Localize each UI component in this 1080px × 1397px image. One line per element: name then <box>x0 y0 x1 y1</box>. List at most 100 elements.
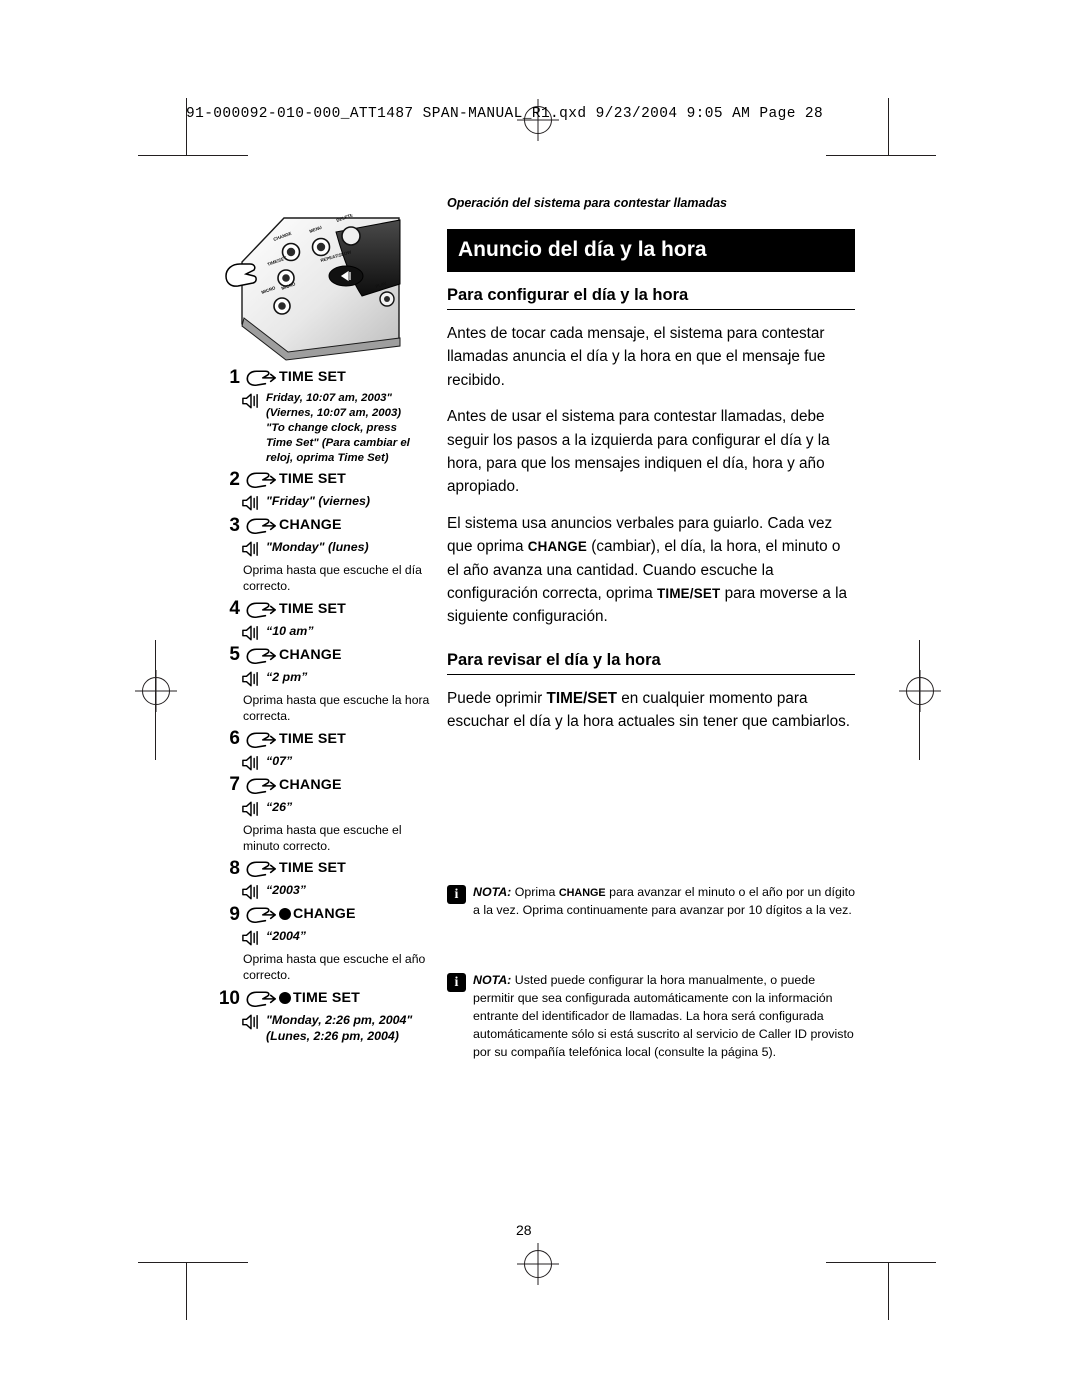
info-icon: i <box>447 973 466 992</box>
voice-prompt-line: “26” <box>266 799 293 814</box>
step-row: 2 TIME SET <box>214 468 436 490</box>
registration-mark-bottom <box>524 1250 552 1278</box>
step-number: 1 <box>229 366 240 388</box>
step-button-label: CHANGE <box>279 517 342 534</box>
speaker-icon <box>241 1013 261 1031</box>
button-dot-icon <box>279 992 291 1005</box>
pointing-hand-icon <box>246 598 276 620</box>
step-button-label: CHANGE <box>279 776 342 793</box>
note-1-label: NOTA: <box>473 885 512 899</box>
crop-mark-top-right-horizontal <box>826 155 936 156</box>
voice-prompt-line: “10 am” <box>266 623 314 638</box>
paragraph-review-1: Puede oprimir TIME/SET en cualquier mome… <box>447 687 855 734</box>
voice-prompt: “2003” <box>241 882 436 901</box>
step-number: 6 <box>229 728 240 750</box>
voice-prompt: "Friday" (viernes) <box>241 493 436 512</box>
note-2-label: NOTA: <box>473 973 512 987</box>
step-number: 9 <box>229 903 240 925</box>
step-row: 6 TIME SET <box>214 728 436 750</box>
voice-prompt-line: Time Set" (Para cambiar el <box>266 437 410 450</box>
voice-prompt-text: “2 pm” <box>266 669 307 685</box>
speaker-icon <box>241 800 261 818</box>
keyword-time-set: TIME/SET <box>657 585 721 601</box>
voice-prompt-text: "Monday" (lunes) <box>266 539 369 555</box>
voice-prompt-line: “07” <box>266 753 293 768</box>
step-row: 9 CHANGE <box>214 903 436 925</box>
body-column: Para configurar el día y la hora Antes d… <box>447 286 855 746</box>
step-number: 10 <box>218 987 240 1009</box>
step-row: 7 CHANGE <box>214 774 436 796</box>
step-number: 2 <box>229 468 240 490</box>
steps-list: 1 TIME SET Friday, 10:07 am, 2003" (Viernes… <box>214 364 436 1045</box>
voice-prompt-text: “2004” <box>266 928 306 944</box>
pointing-hand-icon <box>246 857 276 879</box>
voice-prompt: “07” <box>241 753 436 772</box>
note-block-1: i NOTA: Oprima CHANGE para avanzar el mi… <box>447 884 857 920</box>
voice-prompt-text: "Monday, 2:26 pm, 2004" (Lunes, 2:26 pm, … <box>266 1012 412 1045</box>
voice-prompt-text: “2003” <box>266 882 306 898</box>
step-hint: Oprima hasta que escuche el año correcto… <box>243 952 426 983</box>
voice-prompt-line: “2004” <box>266 929 306 944</box>
pointing-hand-icon <box>246 903 276 925</box>
paragraph-configure-1: Antes de tocar cada mensaje, el sistema … <box>447 325 826 389</box>
paragraph-review-before: Puede oprimir <box>447 689 547 707</box>
step-button-label: TIME SET <box>279 600 347 617</box>
speaker-icon <box>241 494 261 512</box>
step-button-label: CHANGE <box>293 906 356 923</box>
running-head: Operación del sistema para contestar lla… <box>447 196 727 210</box>
section-heading-configure: Para configurar el día y la hora <box>447 286 855 310</box>
crop-mark-top-left-horizontal <box>138 155 248 156</box>
voice-prompt-text: “10 am” <box>266 623 314 639</box>
step-button-label: TIME SET <box>279 369 347 385</box>
paragraph-configure-2: Antes de usar el sistema para contestar … <box>447 408 830 496</box>
crop-mark-bottom-right-horizontal <box>826 1262 936 1263</box>
pointing-hand-icon <box>246 514 276 536</box>
voice-prompt: Friday, 10:07 am, 2003" (Viernes, 10:07 a… <box>241 391 436 466</box>
voice-prompt-line: "Friday" (viernes) <box>266 494 371 509</box>
step-row: 3 CHANGE <box>214 514 436 536</box>
pointing-hand-icon <box>246 728 276 750</box>
page-number: 28 <box>516 1222 532 1238</box>
note-1-pre: Oprima <box>511 885 559 899</box>
answering-machine-illustration: CHANGE MENU DELETE TIME/SET REPEAT/SLOW … <box>224 212 404 362</box>
speaker-icon <box>241 392 261 410</box>
step-row: 10 TIME SET <box>214 987 436 1009</box>
speaker-icon <box>241 670 261 688</box>
voice-prompt-line: "Monday" (lunes) <box>266 540 369 555</box>
registration-mark-left <box>142 677 170 705</box>
voice-prompt: "Monday, 2:26 pm, 2004" (Lunes, 2:26 pm, … <box>241 1012 436 1045</box>
note-1-keyword: CHANGE <box>558 887 606 899</box>
voice-prompt: “10 am” <box>241 623 436 642</box>
note-block-2: i NOTA: Usted puede configurar la hora m… <box>447 972 857 1062</box>
voice-prompt-text: "Friday" (viernes) <box>266 493 370 509</box>
keyword-time-set-review: TIME/SET <box>546 689 618 707</box>
voice-prompt: “2 pm” <box>241 669 436 688</box>
voice-prompt: "Monday" (lunes) <box>241 539 436 558</box>
note-1-body: NOTA: Oprima CHANGE para avanzar el minu… <box>473 884 857 920</box>
note-2-body: NOTA: Usted puede configurar la hora man… <box>473 972 857 1062</box>
voice-prompt-line: “2 pm” <box>266 669 308 684</box>
voice-prompt-line: (Viernes, 10:07 am, 2003) <box>266 407 402 420</box>
voice-prompt: “2004” <box>241 928 436 947</box>
speaker-icon <box>241 540 261 558</box>
step-number: 3 <box>229 514 240 536</box>
step-number: 4 <box>229 598 240 620</box>
voice-prompt-text: “26” <box>266 799 292 815</box>
info-icon: i <box>447 885 466 904</box>
speaker-icon <box>241 754 261 772</box>
step-hint: Oprima hasta que escuche la hora correct… <box>243 692 430 723</box>
voice-prompt-line: "Monday, 2:26 pm, 2004" <box>266 1013 413 1028</box>
speaker-icon <box>241 929 261 947</box>
voice-prompt-text: Friday, 10:07 am, 2003" (Viernes, 10:07 a… <box>266 391 410 466</box>
step-button-label: TIME SET <box>279 860 347 877</box>
step-button-label: TIME SET <box>279 730 347 747</box>
pointing-hand-icon <box>246 987 276 1009</box>
pointing-hand-icon <box>246 468 276 490</box>
registration-mark-right <box>906 677 934 705</box>
step-button-label: TIME SET <box>279 471 347 488</box>
note-2-text: Usted puede configurar la hora manualmen… <box>473 973 854 1059</box>
button-dot-icon <box>279 908 291 921</box>
pointing-hand-icon <box>246 774 276 796</box>
speaker-icon <box>241 883 261 901</box>
voice-prompt: “26” <box>241 799 436 818</box>
